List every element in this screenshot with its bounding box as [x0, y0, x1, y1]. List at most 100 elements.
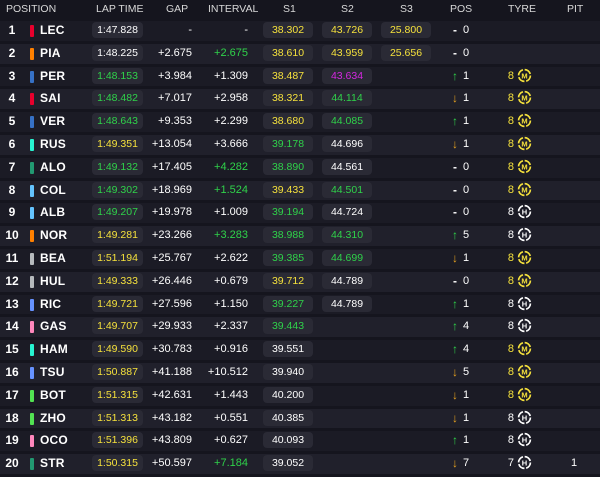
position-number: 6 — [8, 136, 16, 151]
positions-changed: 1 — [462, 92, 470, 105]
interval-value: +0.551 — [214, 411, 248, 424]
tyre-age: 8 — [507, 251, 514, 264]
table-row[interactable]: 20 STR 1:50.315 +50.597 +7.184 39.052 ↓ 7 7 H 1 — [0, 452, 600, 475]
header-interval: INTERVAL — [208, 3, 259, 15]
table-row[interactable]: 9 ALB 1:49.207 +19.978 +1.009 39.194 44.724 -0 8… — [0, 201, 600, 224]
arrow-down-icon: ↓ — [452, 91, 458, 106]
header-tyre: TYRE — [508, 3, 537, 15]
interval-value: +1.443 — [214, 388, 248, 401]
tyre-age: 8 — [507, 297, 514, 310]
table-row[interactable]: 6 RUS 1:49.351 +13.054 +3.666 39.178 44.696 ↓ 1 8… — [0, 133, 600, 156]
driver-code: SAI — [40, 91, 61, 106]
position-number: 10 — [5, 228, 19, 243]
position-number: 19 — [5, 433, 19, 448]
team-color-bar — [30, 161, 34, 174]
sector-2-time: 44.789 — [322, 295, 372, 312]
position-number: 20 — [5, 456, 19, 471]
gap-value: +27.596 — [151, 297, 192, 310]
table-row[interactable]: 11 BEA 1:51.194 +25.767 +2.622 39.385 44.699 ↓ 1… — [0, 247, 600, 270]
table-row[interactable]: 14 GAS 1:49.707 +29.933 +2.337 39.443 ↑ 4 8 H — [0, 315, 600, 338]
table-row[interactable]: 10 NOR 1:49.281 +23.266 +3.283 38.988 44.310 ↑ 5… — [0, 224, 600, 247]
arrow-up-icon: ↑ — [452, 319, 458, 334]
positions-changed: 1 — [462, 251, 470, 264]
team-color-bar — [30, 366, 34, 379]
tyre-age: 8 — [507, 274, 514, 287]
interval-value: +1.309 — [214, 69, 248, 82]
lap-time: 1:49.132 — [92, 158, 143, 175]
table-row[interactable]: 15 HAM 1:49.590 +30.783 +0.916 39.551 ↑ 4 8 M — [0, 338, 600, 361]
lap-time: 1:48.482 — [92, 90, 143, 107]
position-number: 16 — [5, 364, 19, 379]
svg-text:H: H — [522, 299, 527, 308]
sector-1-time: 39.712 — [263, 272, 313, 289]
sector-1-time: 38.890 — [263, 158, 313, 175]
gap-value: - — [188, 24, 192, 36]
table-row[interactable]: 4 SAI 1:48.482 +7.017 +2.958 38.321 44.114 ↓ 1 8 M — [0, 87, 600, 110]
table-row[interactable]: 12 HUL 1:49.333 +26.446 +0.679 39.712 44.789 -0… — [0, 270, 600, 293]
svg-text:H: H — [522, 413, 527, 422]
team-color-bar — [30, 93, 34, 106]
tyre-age: 8 — [507, 365, 514, 378]
medium-tyre-icon: M — [517, 364, 532, 379]
gap-value: +42.631 — [151, 388, 192, 401]
driver-code: BOT — [40, 387, 66, 402]
table-row[interactable]: 16 TSU 1:50.887 +41.188 +10.512 39.940 ↓ 5 8 M — [0, 361, 600, 384]
sector-2-time: 43.959 — [322, 44, 372, 61]
positions-changed: 1 — [462, 297, 470, 310]
gap-value: +29.933 — [151, 320, 192, 333]
svg-text:M: M — [521, 94, 527, 103]
positions-changed: 7 — [462, 457, 470, 470]
table-row[interactable]: 18 ZHO 1:51.313 +43.182 +0.551 40.385 ↓ 1 8 H — [0, 407, 600, 430]
gap-value: +30.783 — [151, 343, 192, 356]
team-color-bar — [30, 389, 34, 402]
positions-changed: 4 — [462, 343, 470, 356]
table-row[interactable]: 5 VER 1:48.643 +9.353 +2.299 38.680 44.085 ↑ 1 8 M — [0, 110, 600, 133]
driver-code: ALO — [40, 159, 66, 174]
interval-value: +0.916 — [214, 343, 248, 356]
tyre-age: 8 — [507, 160, 514, 173]
lap-time: 1:50.315 — [92, 455, 143, 472]
gap-value: +41.188 — [151, 365, 192, 378]
table-row[interactable]: 17 BOT 1:51.315 +42.631 +1.443 40.200 ↓ 1 8 M — [0, 384, 600, 407]
sector-1-time: 39.551 — [263, 341, 313, 358]
position-number: 7 — [8, 159, 16, 174]
table-row[interactable]: 8 COL 1:49.302 +18.969 +1.524 39.433 44.501 -0 8… — [0, 179, 600, 202]
table-row[interactable]: 13 RIC 1:49.721 +27.596 +1.150 39.227 44.789 ↑ 1… — [0, 293, 600, 316]
table-row[interactable]: 19 OCO 1:51.396 +43.809 +0.627 40.093 ↑ 1 8 H — [0, 429, 600, 452]
svg-text:H: H — [522, 208, 527, 217]
table-row[interactable]: 3 PER 1:48.153 +3.984 +1.309 38.487 43.634 ↑ 1 8 M — [0, 65, 600, 88]
sector-1-time: 40.200 — [263, 386, 313, 403]
team-color-bar — [30, 25, 34, 37]
arrow-up-icon: ↑ — [452, 68, 458, 83]
positions-changed: 0 — [462, 274, 470, 287]
positions-changed: 1 — [462, 411, 470, 424]
positions-changed: 1 — [462, 115, 470, 128]
svg-text:M: M — [521, 185, 527, 194]
table-row[interactable]: 1 LEC 1:47.828- -38.302 43.726 25.800-0 — [0, 19, 600, 42]
arrow-down-icon: ↓ — [452, 387, 458, 402]
gap-value: +26.446 — [151, 274, 192, 287]
sector-2-time: 44.699 — [322, 249, 372, 266]
arrow-up-icon: ↑ — [452, 433, 458, 448]
tyre-age: 8 — [507, 115, 514, 128]
driver-code: HAM — [40, 342, 68, 357]
positions-changed: 1 — [462, 137, 470, 150]
medium-tyre-icon: M — [517, 113, 532, 128]
arrow-down-icon: ↓ — [452, 456, 458, 471]
tyre-age: 8 — [507, 343, 514, 356]
hard-tyre-icon: H — [517, 205, 532, 219]
hard-tyre-icon: H — [517, 433, 532, 447]
header-lap-time: LAP TIME — [96, 3, 144, 15]
tyre-age: 8 — [507, 92, 514, 105]
interval-value: +10.512 — [207, 365, 248, 378]
table-row[interactable]: 7 ALO 1:49.132 +17.405 +4.282 38.890 44.561 -0 8… — [0, 156, 600, 179]
svg-text:M: M — [521, 139, 527, 148]
table-row[interactable]: 2 PIA 1:48.225 +2.675 +2.675 38.610 43.959 25.6… — [0, 42, 600, 65]
lap-time: 1:47.828 — [92, 22, 143, 38]
driver-code: STR — [40, 456, 65, 471]
sector-2-time: 44.561 — [322, 158, 372, 175]
pit-stops: 1 — [570, 457, 578, 470]
tyre-age: 8 — [507, 411, 514, 424]
position-number: 3 — [8, 68, 16, 83]
header-pit: PIT — [567, 3, 584, 15]
